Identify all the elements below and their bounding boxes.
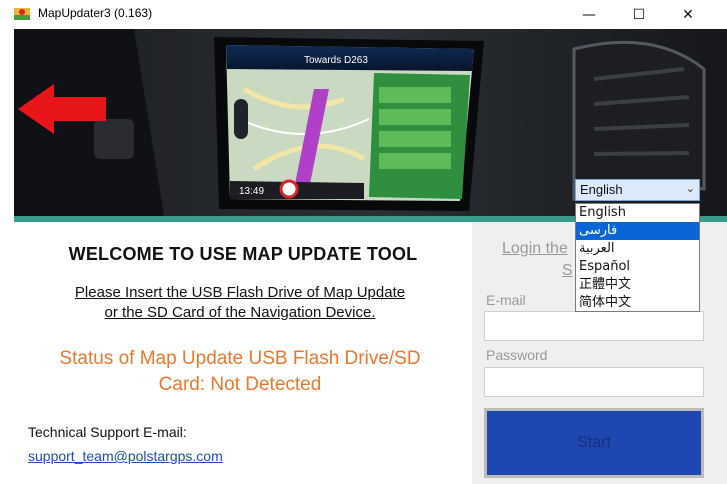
window-title: MapUpdater3 (0.163) (38, 6, 153, 20)
language-selected-value: English (580, 182, 623, 197)
close-button[interactable]: ✕ (665, 0, 711, 29)
language-option-traditional-chinese[interactable]: 正體中文 (576, 276, 699, 294)
language-option-spanish[interactable]: Español (576, 258, 699, 276)
minimize-icon: — (582, 6, 596, 23)
maximize-button[interactable]: ☐ (616, 0, 662, 29)
map-app-icon (14, 8, 30, 20)
status-line-1: Status of Map Update USB Flash Drive/SD (59, 348, 421, 369)
login-link[interactable]: Login the (502, 240, 568, 258)
insert-instruction-line-1: Please Insert the USB Flash Drive of Map… (74, 284, 406, 301)
language-option-arabic[interactable]: العربية (576, 240, 699, 258)
language-select[interactable]: English ⌄ (575, 179, 700, 201)
language-option-simplified-chinese[interactable]: 简体中文 (576, 294, 699, 312)
start-button[interactable]: Start (484, 408, 704, 478)
password-field[interactable] (484, 367, 704, 397)
language-options-list: English فارسی العربية Español 正體中文 简体中文 (575, 203, 700, 312)
nav-direction-text: Towards D263 (304, 55, 368, 66)
email-field[interactable] (484, 311, 704, 341)
start-button-label: Start (577, 434, 611, 451)
minimize-button[interactable]: — (566, 0, 612, 29)
status-line-2: Card: Not Detected (158, 374, 322, 395)
title-bar: MapUpdater3 (0.163) — ☐ ✕ (0, 0, 727, 29)
info-panel: WELCOME TO USE MAP UPDATE TOOL Please In… (14, 222, 472, 484)
support-email-link[interactable]: support_team@polstargps.com (28, 448, 223, 464)
login-link-continued[interactable]: S (562, 262, 573, 280)
language-option-english[interactable]: English (576, 204, 699, 222)
insert-instruction-line-2: or the SD Card of the Navigation Device. (104, 304, 376, 321)
maximize-icon: ☐ (632, 6, 646, 23)
chevron-down-icon: ⌄ (685, 183, 695, 195)
support-label: Technical Support E-mail: (28, 424, 187, 440)
nav-time-text: 13:49 (239, 186, 264, 197)
close-icon: ✕ (682, 6, 694, 23)
language-option-farsi[interactable]: فارسی (576, 222, 699, 240)
email-label: E-mail (486, 292, 526, 308)
welcome-heading: WELCOME TO USE MAP UPDATE TOOL (68, 244, 418, 264)
password-label: Password (486, 347, 548, 363)
